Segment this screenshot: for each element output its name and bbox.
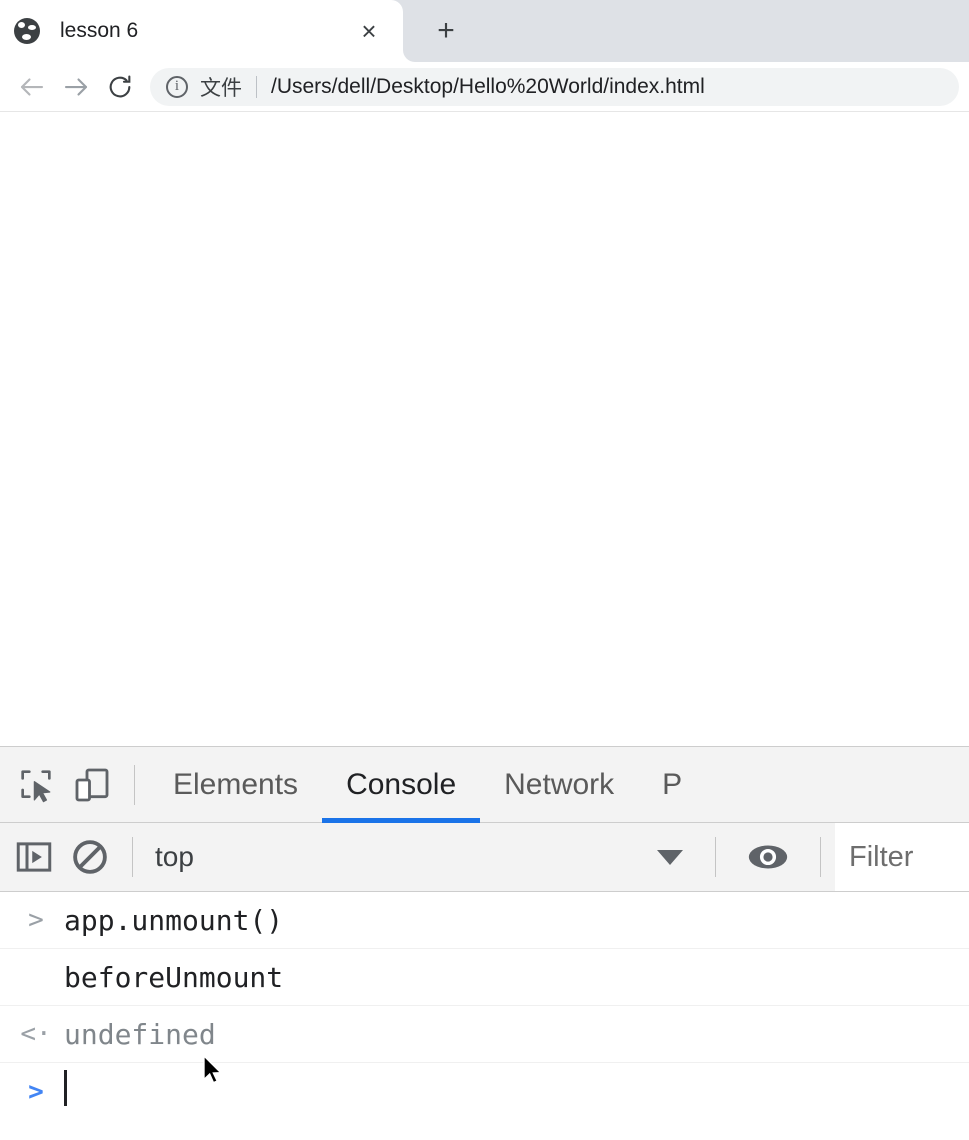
toolbar-divider [134,764,135,805]
console-filter-bar: top Filter [0,823,969,892]
tab-network[interactable]: Network [480,747,638,823]
inspect-element-icon[interactable] [8,756,64,814]
globe-icon [14,18,40,44]
console-prompt-input[interactable] [64,1070,67,1113]
live-expression-eye-icon[interactable] [730,828,806,886]
new-tab-button[interactable]: + [415,0,477,62]
scheme-label: 文件 [200,76,242,100]
return-arrow-icon: <· [20,1019,52,1049]
device-toolbar-icon[interactable] [64,756,120,814]
console-sidebar-icon[interactable] [6,828,62,886]
tab-performance[interactable]: P [638,747,682,823]
url-text: /Users/dell/Desktop/Hello%20World/index.… [271,74,705,98]
tab-strip: lesson 6 × + [0,0,969,62]
info-circle-icon[interactable] [166,75,188,98]
tab-elements[interactable]: Elements [149,747,322,823]
console-row-log[interactable]: beforeUnmount [0,949,969,1006]
console-row-input[interactable]: > app.unmount() [0,892,969,949]
console-log-text: beforeUnmount [64,960,284,994]
tab-title: lesson 6 [60,19,139,42]
execution-context-label: top [155,841,194,872]
console-input-text: app.unmount() [64,903,284,937]
prompt-chevron-icon-active: > [28,1076,44,1107]
clear-console-icon[interactable] [62,828,118,886]
prompt-chevron-icon: > [28,905,44,935]
navigation-bar: 文件 /Users/dell/Desktop/Hello%20World/ind… [0,62,969,112]
forward-icon[interactable] [54,65,98,109]
filterbar-divider-2 [715,837,716,877]
page-viewport [0,112,969,747]
browser-tab-lesson-6[interactable]: lesson 6 × [0,0,415,62]
execution-context-dropdown[interactable]: top [147,823,701,891]
back-icon[interactable] [10,65,54,109]
devtools-panel: Elements Console Network P top Filter > … [0,746,969,1140]
browser-window: lesson 6 × + 文件 /Users/dell/Desktop/Hell… [0,0,969,1140]
close-icon[interactable]: × [347,9,391,53]
console-output[interactable]: > app.unmount() beforeUnmount <· undefin… [0,892,969,1140]
tab-console[interactable]: Console [322,747,481,823]
address-bar[interactable]: 文件 /Users/dell/Desktop/Hello%20World/ind… [150,67,959,106]
console-row-prompt[interactable]: > [0,1063,969,1120]
console-row-result[interactable]: <· undefined [0,1006,969,1063]
filter-input[interactable]: Filter [835,823,969,891]
omnibox-divider [256,75,257,98]
devtools-tab-bar: Elements Console Network P [0,747,969,823]
reload-icon[interactable] [98,65,142,109]
chevron-down-icon [657,849,683,865]
text-caret [64,1070,67,1106]
filterbar-divider-1 [132,837,133,877]
console-result-text: undefined [64,1017,216,1051]
filterbar-divider-3 [820,837,821,877]
